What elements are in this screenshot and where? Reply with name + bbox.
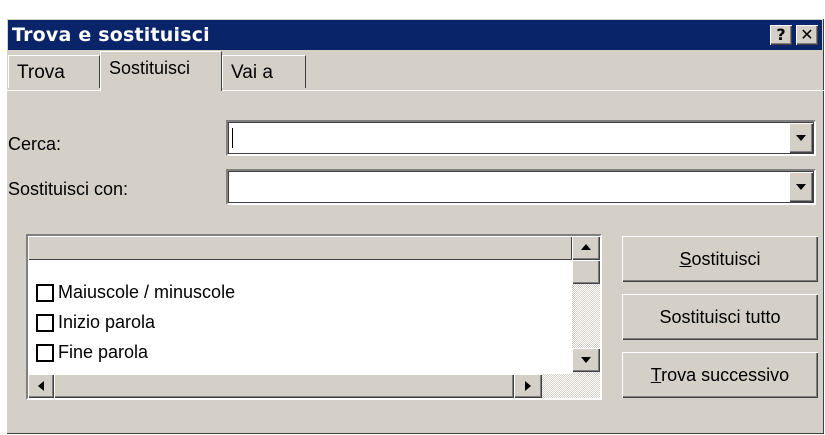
mnemonic: S xyxy=(679,249,692,269)
scrollbar-corner xyxy=(572,374,600,398)
option-label: Inizio parola xyxy=(58,312,156,332)
tab-vai-a[interactable]: Vai a xyxy=(222,55,306,88)
scroll-down-button[interactable] xyxy=(572,348,600,372)
vertical-scroll-thumb[interactable] xyxy=(572,260,600,284)
tab-strip: Trova Sostituisci Vai a xyxy=(6,51,824,91)
tab-trova[interactable]: Trova xyxy=(8,55,100,88)
scroll-right-button[interactable] xyxy=(514,374,542,398)
arrow-up-icon xyxy=(581,244,591,250)
replace-dropdown-button[interactable] xyxy=(789,172,813,202)
tab-label: Sostituisci xyxy=(109,58,191,78)
arrow-down-icon xyxy=(581,357,591,363)
tab-label: Vai a xyxy=(231,62,273,83)
arrow-right-icon xyxy=(525,381,531,391)
title-bar[interactable]: Trova e sostituisci ? ✕ xyxy=(8,20,822,50)
checkbox[interactable] xyxy=(36,284,54,302)
close-button[interactable]: ✕ xyxy=(796,25,818,45)
horizontal-scroll-thumb[interactable] xyxy=(54,374,514,398)
tab-label: Trova xyxy=(17,62,65,83)
scroll-left-button[interactable] xyxy=(28,374,54,398)
option-match-case[interactable]: Maiuscole / minuscole xyxy=(36,282,235,306)
help-icon: ? xyxy=(776,25,786,44)
replace-combobox[interactable] xyxy=(226,169,816,205)
option-word-start[interactable]: Inizio parola xyxy=(36,312,155,336)
chevron-down-icon xyxy=(796,135,806,141)
help-button[interactable]: ? xyxy=(770,25,792,45)
vertical-scrollbar[interactable] xyxy=(572,236,600,374)
option-label: Maiuscole / minuscole xyxy=(58,282,236,302)
button-label: Sostituisci tutto xyxy=(659,307,781,327)
scroll-track xyxy=(542,374,572,398)
checkbox[interactable] xyxy=(36,344,54,362)
arrow-left-icon xyxy=(38,381,44,391)
text-caret xyxy=(232,128,233,148)
replace-all-button[interactable]: Sostituisci tutto xyxy=(622,294,818,340)
listbox-header xyxy=(28,236,572,260)
window-title: Trova e sostituisci xyxy=(12,24,210,46)
chevron-down-icon xyxy=(796,184,806,190)
options-listbox[interactable]: Maiuscole / minuscole Inizio parola Fine… xyxy=(26,234,602,400)
find-label: Cerca: xyxy=(8,134,62,154)
checkbox[interactable] xyxy=(36,314,54,332)
find-combobox[interactable] xyxy=(226,120,816,156)
horizontal-scrollbar[interactable] xyxy=(28,374,572,398)
find-dropdown-button[interactable] xyxy=(789,123,813,153)
replace-label: Sostituisci con: xyxy=(8,179,129,199)
find-next-button[interactable]: Trova successivo xyxy=(622,352,818,398)
scroll-up-button[interactable] xyxy=(572,236,600,260)
button-label: rova successivo xyxy=(661,365,790,385)
close-icon: ✕ xyxy=(800,25,814,44)
mnemonic: T xyxy=(650,365,662,385)
find-replace-dialog: Trova e sostituisci ? ✕ Trova Sostituisc… xyxy=(6,18,824,434)
button-label: ostituisci xyxy=(691,249,761,269)
option-word-end[interactable]: Fine parola xyxy=(36,342,148,366)
tab-sostituisci[interactable]: Sostituisci xyxy=(100,51,222,91)
option-label: Fine parola xyxy=(58,342,149,362)
replace-button[interactable]: Sostituisci xyxy=(622,236,818,282)
